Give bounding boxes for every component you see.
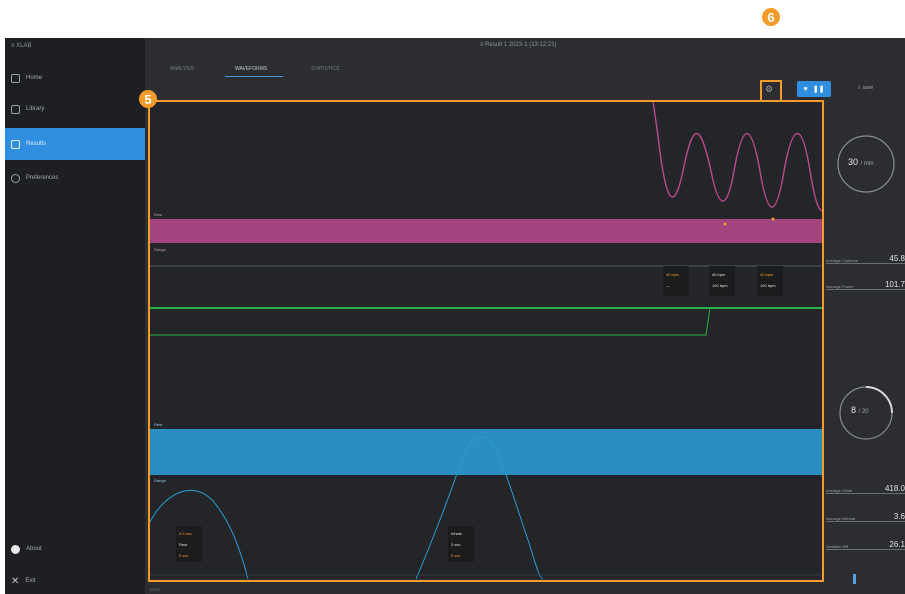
tab-statistics[interactable]: STATISTICS — [311, 66, 339, 72]
preferences-icon — [11, 173, 20, 183]
sidebar-item-label: Exit — [25, 578, 36, 584]
stat-row: Average Power 101.7 — [826, 277, 905, 290]
tab-waveforms[interactable]: WAVEFORMS — [235, 66, 267, 72]
sidebar-item-exit[interactable]: ✕ Exit — [5, 570, 145, 592]
sidebar-item-label: Library — [26, 106, 45, 112]
heart-icon: ♥ — [803, 85, 808, 93]
stat-row: Average Cadence 45.8 — [826, 251, 905, 264]
home-icon — [11, 73, 20, 83]
stat-row: Variation HR 26.1 — [826, 537, 905, 550]
ring-1-value: 30 / min — [848, 157, 874, 167]
info-icon — [11, 544, 20, 554]
window-title: ≡ Result 1 2023-1 (13:12:21) — [480, 42, 557, 48]
stat-label: Average Stride — [826, 488, 853, 493]
sidebar-item-label: Home — [26, 75, 43, 81]
sidebar-item-label: About — [26, 546, 42, 552]
graph-callout-badge: 5 — [139, 90, 157, 108]
ring-gauge-2-progress — [865, 386, 893, 414]
save-button[interactable]: ⇩ save — [857, 85, 873, 91]
stats-panel: 30 / min 8 / 20 Average Cadence 45.8 Ave… — [826, 101, 905, 581]
stat-row: Average Interval 3.6 — [826, 509, 905, 522]
stat-label: Average Power — [826, 284, 854, 289]
stat-value: 418.0 — [884, 484, 905, 493]
timeline-label: 00:00 — [150, 587, 161, 592]
sidebar-item-preferences[interactable]: Preferences — [5, 167, 145, 189]
stat-label: Average Cadence — [826, 258, 858, 263]
graph-callout-box — [148, 100, 824, 582]
ring-2-unit: / 20 — [858, 409, 869, 415]
stat-value: 26.1 — [889, 540, 905, 549]
ring-1-unit: / min — [860, 161, 874, 167]
settings-callout-badge: 6 — [762, 8, 780, 26]
sidebar-item-about[interactable]: About — [5, 538, 145, 560]
app-brand: ≡ XLAB — [11, 43, 32, 49]
sidebar-item-results[interactable]: Results — [5, 128, 145, 160]
settings-callout-box — [760, 80, 782, 102]
stat-value: 45.8 — [889, 254, 905, 263]
tab-analysis[interactable]: ANALYSIS — [170, 66, 194, 72]
ring-1-number: 30 — [848, 157, 859, 167]
timeline-scroll-handle[interactable] — [853, 574, 856, 584]
pause-icon: ❚❚ — [812, 86, 825, 93]
results-icon — [11, 139, 20, 149]
sidebar-item-label: Results — [26, 141, 47, 147]
sidebar: ≡ XLAB Home Library Results Preferences … — [5, 38, 145, 594]
stat-value: 3.6 — [893, 512, 905, 521]
active-tab-indicator — [225, 76, 283, 77]
ring-2-value: 8 / 20 — [851, 405, 869, 415]
close-icon: ✕ — [11, 575, 20, 587]
stat-label: Average Interval — [826, 516, 856, 521]
stat-row: Average Stride 418.0 — [826, 481, 905, 494]
sidebar-item-library[interactable]: Library — [5, 98, 145, 120]
sidebar-item-home[interactable]: Home — [5, 67, 145, 89]
stat-value: 101.7 — [884, 280, 905, 289]
library-icon — [11, 104, 20, 114]
ring-2-number: 8 — [851, 405, 857, 415]
sidebar-item-label: Preferences — [26, 175, 59, 181]
view-toggle-button[interactable]: ♥ ❚❚ — [797, 81, 831, 97]
stat-label: Variation HR — [826, 544, 849, 549]
